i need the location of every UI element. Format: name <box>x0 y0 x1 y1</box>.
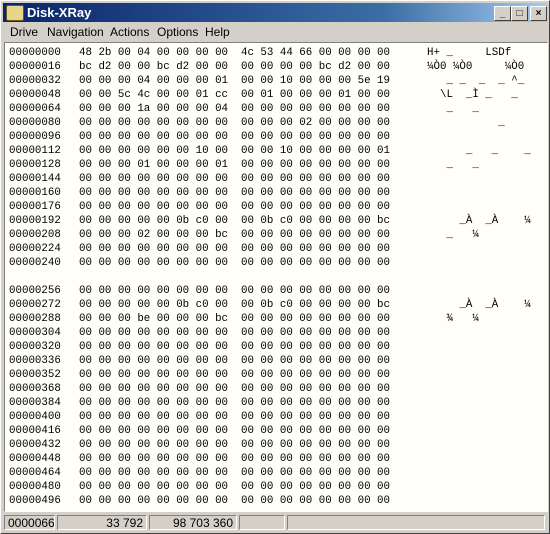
dump-hex: 00 00 00 00 00 00 00 00 00 00 00 00 00 0… <box>79 481 391 493</box>
dump-offset: 00000288 <box>9 313 61 325</box>
dump-offset: 00000112 <box>9 145 61 157</box>
menu-navigation[interactable]: Navigation <box>47 25 104 39</box>
dump-hex: 00 00 00 00 00 00 00 00 00 00 00 00 00 0… <box>79 467 391 479</box>
dump-offset: 00000464 <box>9 467 61 479</box>
dump-hex: 00 00 00 02 00 00 00 bc 00 00 00 00 00 0… <box>79 229 391 241</box>
dump-ascii: _À _À ¼ <box>427 215 531 227</box>
dump-offset: 00000496 <box>9 495 61 507</box>
status-total: 98 703 360 <box>149 515 237 530</box>
dump-hex: 00 00 00 00 00 00 00 00 00 00 00 00 00 0… <box>79 173 391 185</box>
menu-options[interactable]: Options <box>157 25 198 39</box>
dump-hex: 00 00 00 00 00 0b c0 00 00 0b c0 00 00 0… <box>79 299 391 311</box>
dump-hex: 00 00 00 00 00 00 00 00 00 00 00 00 00 0… <box>79 285 391 297</box>
dump-ascii: _ _ _ _ ^_ <box>427 75 525 87</box>
dump-hex: 00 00 00 00 00 0b c0 00 00 0b c0 00 00 0… <box>79 215 391 227</box>
dump-hex: 00 00 00 00 00 00 00 00 00 00 00 00 00 0… <box>79 187 391 199</box>
dump-ascii: _ _ <box>427 103 479 115</box>
dump-offset: 00000048 <box>9 89 61 101</box>
hex-dump-view[interactable]: 00000000 48 2b 00 04 00 00 00 00 4c 53 44… <box>4 42 548 512</box>
dump-offset: 00000032 <box>9 75 61 87</box>
dump-hex: 00 00 00 00 00 00 00 00 00 00 00 02 00 0… <box>79 117 391 129</box>
dump-hex: 00 00 00 00 00 00 00 00 00 00 00 00 00 0… <box>79 131 391 143</box>
title-bar[interactable]: Disk-XRay _ □ × <box>3 3 547 22</box>
dump-offset: 00000448 <box>9 453 61 465</box>
maximize-button[interactable]: □ <box>511 6 528 21</box>
dump-offset: 00000368 <box>9 383 61 395</box>
dump-offset: 00000128 <box>9 159 61 171</box>
menu-bar: Drive Navigation Actions Options Help <box>3 23 547 41</box>
menu-actions[interactable]: Actions <box>110 25 149 39</box>
dump-offset: 00000304 <box>9 327 61 339</box>
status-position: 0000066 <box>4 515 55 530</box>
dump-offset: 00000400 <box>9 411 61 423</box>
app-window: Disk-XRay _ □ × Drive Navigation Actions… <box>0 0 550 534</box>
dump-hex: 00 00 00 00 00 00 00 00 00 00 00 00 00 0… <box>79 425 391 437</box>
dump-hex: 00 00 00 01 00 00 00 01 00 00 00 00 00 0… <box>79 159 391 171</box>
window-title: Disk-XRay <box>27 5 92 20</box>
dump-offset: 00000352 <box>9 369 61 381</box>
dump-hex: 00 00 00 1a 00 00 00 04 00 00 00 00 00 0… <box>79 103 391 115</box>
menu-drive[interactable]: Drive <box>10 25 38 39</box>
dump-offset: 00000240 <box>9 257 61 269</box>
dump-hex: 00 00 00 00 00 00 00 00 00 00 00 00 00 0… <box>79 383 391 395</box>
dump-hex: 00 00 00 00 00 00 00 00 00 00 00 00 00 0… <box>79 201 391 213</box>
dump-hex: 00 00 00 00 00 00 00 00 00 00 00 00 00 0… <box>79 243 391 255</box>
dump-hex: 00 00 00 04 00 00 00 01 00 00 10 00 00 0… <box>79 75 391 87</box>
dump-hex: 00 00 00 00 00 00 00 00 00 00 00 00 00 0… <box>79 369 391 381</box>
dump-ascii: _ _ <box>427 159 479 171</box>
dump-offset: 00000256 <box>9 285 61 297</box>
dump-offset: 00000096 <box>9 131 61 143</box>
dump-hex: 00 00 00 00 00 00 00 00 00 00 00 00 00 0… <box>79 439 391 451</box>
menu-help[interactable]: Help <box>205 25 230 39</box>
dump-hex: 48 2b 00 04 00 00 00 00 4c 53 44 66 00 0… <box>79 47 391 59</box>
dump-hex: 00 00 00 00 00 00 00 00 00 00 00 00 00 0… <box>79 411 391 423</box>
dump-offset: 00000384 <box>9 397 61 409</box>
app-icon <box>6 5 24 21</box>
status-selected: 33 792 <box>57 515 147 530</box>
dump-offset: 00000064 <box>9 103 61 115</box>
dump-ascii: \L _Ì _ _ <box>427 89 518 101</box>
dump-offset: 00000160 <box>9 187 61 199</box>
dump-offset: 00000192 <box>9 215 61 227</box>
close-button[interactable]: × <box>530 6 547 21</box>
dump-ascii: _ <box>427 117 505 129</box>
dump-hex: 00 00 00 00 00 00 00 00 00 00 00 00 00 0… <box>79 397 391 409</box>
dump-hex: 00 00 00 00 00 00 00 00 00 00 00 00 00 0… <box>79 495 391 507</box>
dump-ascii: _À _À ¼ <box>427 299 531 311</box>
dump-ascii: _ _ _ <box>427 145 531 157</box>
status-bar: 0000066 33 792 98 703 360 <box>3 513 547 532</box>
dump-offset: 00000144 <box>9 173 61 185</box>
dump-offset: 00000224 <box>9 243 61 255</box>
dump-hex: 00 00 00 00 00 00 00 00 00 00 00 00 00 0… <box>79 341 391 353</box>
dump-hex: 00 00 00 00 00 00 10 00 00 00 10 00 00 0… <box>79 145 391 157</box>
dump-offset: 00000272 <box>9 299 61 311</box>
dump-ascii: ¼Ò0 ¼Ò0 ¼Ò0 <box>427 61 525 73</box>
minimize-button[interactable]: _ <box>494 6 511 21</box>
dump-ascii: H+ _ LSDf <box>427 47 512 59</box>
dump-hex: bc d2 00 00 bc d2 00 00 00 00 00 00 bc d… <box>79 61 391 73</box>
dump-offset: 00000432 <box>9 439 61 451</box>
dump-offset: 00000480 <box>9 481 61 493</box>
dump-ascii: _ ¼ <box>427 229 479 241</box>
dump-offset: 00000208 <box>9 229 61 241</box>
dump-offset: 00000080 <box>9 117 61 129</box>
dump-hex: 00 00 00 be 00 00 00 bc 00 00 00 00 00 0… <box>79 313 391 325</box>
dump-hex: 00 00 00 00 00 00 00 00 00 00 00 00 00 0… <box>79 327 391 339</box>
dump-ascii: ¾ ¼ <box>427 313 479 325</box>
dump-offset: 00000416 <box>9 425 61 437</box>
dump-hex: 00 00 00 00 00 00 00 00 00 00 00 00 00 0… <box>79 453 391 465</box>
dump-hex: 00 00 00 00 00 00 00 00 00 00 00 00 00 0… <box>79 257 391 269</box>
dump-hex: 00 00 00 00 00 00 00 00 00 00 00 00 00 0… <box>79 355 391 367</box>
status-field-4 <box>239 515 285 530</box>
dump-offset: 00000320 <box>9 341 61 353</box>
dump-hex: 00 00 5c 4c 00 00 01 cc 00 01 00 00 00 0… <box>79 89 391 101</box>
dump-offset: 00000016 <box>9 61 61 73</box>
maximize-icon: □ <box>516 8 523 19</box>
dump-offset: 00000336 <box>9 355 61 367</box>
status-field-5 <box>287 515 545 530</box>
close-icon: × <box>535 8 542 19</box>
minimize-icon: _ <box>499 8 506 19</box>
dump-offset: 00000176 <box>9 201 61 213</box>
dump-offset: 00000000 <box>9 47 61 59</box>
